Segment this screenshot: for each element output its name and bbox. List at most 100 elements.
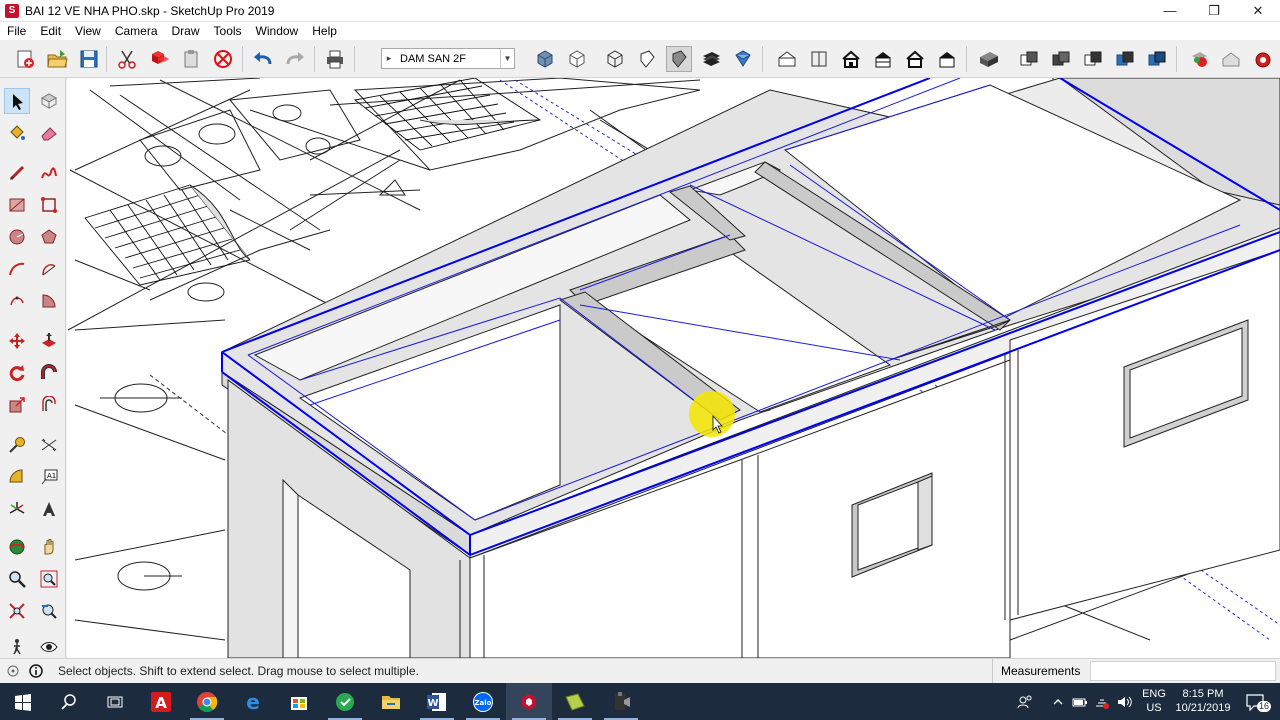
- 3d-warehouse-icon[interactable]: [1218, 46, 1244, 72]
- monochrome-style-icon[interactable]: [730, 46, 756, 72]
- save-icon[interactable]: [76, 46, 102, 72]
- maximize-button[interactable]: ❐: [1192, 0, 1236, 22]
- shaded-textures-style-icon[interactable]: [698, 46, 724, 72]
- walk-tool-icon[interactable]: [4, 634, 30, 660]
- acrobat-icon[interactable]: A: [138, 683, 184, 720]
- system-clock[interactable]: 8:15 PM 10/21/2019: [1170, 687, 1236, 715]
- polygon-tool-icon[interactable]: [36, 224, 62, 250]
- redo-icon[interactable]: [282, 46, 308, 72]
- freehand-tool-icon[interactable]: [36, 160, 62, 186]
- chrome-icon[interactable]: [184, 683, 230, 720]
- pie-tool-icon[interactable]: [36, 288, 62, 314]
- protractor-icon[interactable]: [4, 464, 30, 490]
- extension-warehouse-icon[interactable]: [1250, 46, 1276, 72]
- zalo-icon[interactable]: Zalo: [460, 683, 506, 720]
- back-view-icon[interactable]: [902, 46, 928, 72]
- measurements-input[interactable]: [1090, 661, 1276, 681]
- close-button[interactable]: ✕: [1236, 0, 1280, 22]
- offset-tool-icon[interactable]: [36, 392, 62, 418]
- menu-window[interactable]: Window: [249, 22, 306, 40]
- xray-style-icon[interactable]: [532, 46, 558, 72]
- circle-tool-icon[interactable]: [4, 224, 30, 250]
- windows-start-icon[interactable]: [0, 683, 46, 720]
- zoom-window-icon[interactable]: [36, 566, 62, 592]
- rotate-tool-icon[interactable]: [4, 360, 30, 386]
- layout-icon[interactable]: [552, 683, 598, 720]
- zoom-tool-icon[interactable]: [4, 566, 30, 592]
- scene-dropdown[interactable]: ▸ DAM SAN 2F ▼: [381, 48, 515, 69]
- paste-icon[interactable]: [178, 46, 204, 72]
- open-folder-icon[interactable]: [44, 46, 70, 72]
- notification-center-icon[interactable]: 16: [1238, 683, 1272, 720]
- people-icon[interactable]: [1012, 683, 1038, 720]
- model-canvas[interactable]: [67, 78, 1280, 658]
- model-viewport[interactable]: [67, 78, 1280, 658]
- scale-tool-icon[interactable]: [4, 392, 30, 418]
- chevron-down-icon[interactable]: ▼: [500, 49, 514, 68]
- rotated-rectangle-icon[interactable]: [36, 192, 62, 218]
- 3d-text-icon[interactable]: [36, 496, 62, 522]
- recorder-icon[interactable]: [598, 683, 644, 720]
- two-point-arc-icon[interactable]: [36, 256, 62, 282]
- geo-location-icon[interactable]: [3, 661, 23, 681]
- rectangle-tool-icon[interactable]: [4, 192, 30, 218]
- volume-icon[interactable]: [1114, 683, 1134, 720]
- axes-tool-icon[interactable]: [4, 496, 30, 522]
- outer-shell-icon[interactable]: [1144, 46, 1170, 72]
- info-icon[interactable]: [26, 661, 46, 681]
- copy-icon[interactable]: [146, 46, 172, 72]
- network-icon[interactable]: [1092, 683, 1112, 720]
- minimize-button[interactable]: —: [1148, 0, 1192, 22]
- menu-help[interactable]: Help: [305, 22, 344, 40]
- print-icon[interactable]: [322, 46, 348, 72]
- shaded-style-icon[interactable]: [666, 46, 692, 72]
- line-tool-icon[interactable]: [4, 160, 30, 186]
- menu-view[interactable]: View: [68, 22, 108, 40]
- solid-union-icon[interactable]: [1016, 46, 1042, 72]
- select-tool-icon[interactable]: [4, 88, 30, 114]
- iso-view-icon[interactable]: [774, 46, 800, 72]
- make-component-tool-icon[interactable]: [36, 88, 62, 114]
- eraser-icon[interactable]: [36, 120, 62, 146]
- erase-delete-icon[interactable]: [210, 46, 236, 72]
- search-icon[interactable]: [46, 683, 92, 720]
- follow-me-icon[interactable]: [36, 360, 62, 386]
- menu-tools[interactable]: Tools: [207, 22, 249, 40]
- camtasia-icon[interactable]: [322, 683, 368, 720]
- move-tool-icon[interactable]: [4, 328, 30, 354]
- dimension-tool-icon[interactable]: [36, 432, 62, 458]
- building-model[interactable]: [221, 78, 1280, 658]
- top-view-icon[interactable]: [806, 46, 832, 72]
- sketchup-taskbar-icon[interactable]: [506, 683, 552, 720]
- battery-icon[interactable]: [1070, 683, 1090, 720]
- tape-measure-icon[interactable]: [4, 432, 30, 458]
- menu-draw[interactable]: Draw: [165, 22, 207, 40]
- add-location-icon[interactable]: [1186, 46, 1212, 72]
- new-file-icon[interactable]: [12, 46, 38, 72]
- input-language[interactable]: ENG US: [1138, 687, 1170, 715]
- zoom-extents-icon[interactable]: [4, 598, 30, 624]
- arc-tool-icon[interactable]: [4, 256, 30, 282]
- solid-trim-icon[interactable]: [1080, 46, 1106, 72]
- menu-file[interactable]: File: [0, 22, 33, 40]
- previous-view-icon[interactable]: [36, 598, 62, 624]
- chevron-up-icon[interactable]: [1048, 683, 1068, 720]
- menu-edit[interactable]: Edit: [33, 22, 68, 40]
- front-view-icon[interactable]: [838, 46, 864, 72]
- wireframe-style-icon[interactable]: [602, 46, 628, 72]
- cut-icon[interactable]: [114, 46, 140, 72]
- look-around-icon[interactable]: [36, 634, 62, 660]
- paint-bucket-icon[interactable]: [4, 120, 30, 146]
- three-point-arc-icon[interactable]: [4, 288, 30, 314]
- edge-icon[interactable]: e: [230, 683, 276, 720]
- text-tool-icon[interactable]: A1: [36, 464, 62, 490]
- solid-split-icon[interactable]: [1112, 46, 1138, 72]
- file-explorer-icon[interactable]: [368, 683, 414, 720]
- word-icon[interactable]: W: [414, 683, 460, 720]
- undo-icon[interactable]: [250, 46, 276, 72]
- push-pull-icon[interactable]: [36, 328, 62, 354]
- right-view-icon[interactable]: [870, 46, 896, 72]
- back-edges-style-icon[interactable]: [564, 46, 590, 72]
- task-view-icon[interactable]: [92, 683, 138, 720]
- store-icon[interactable]: [276, 683, 322, 720]
